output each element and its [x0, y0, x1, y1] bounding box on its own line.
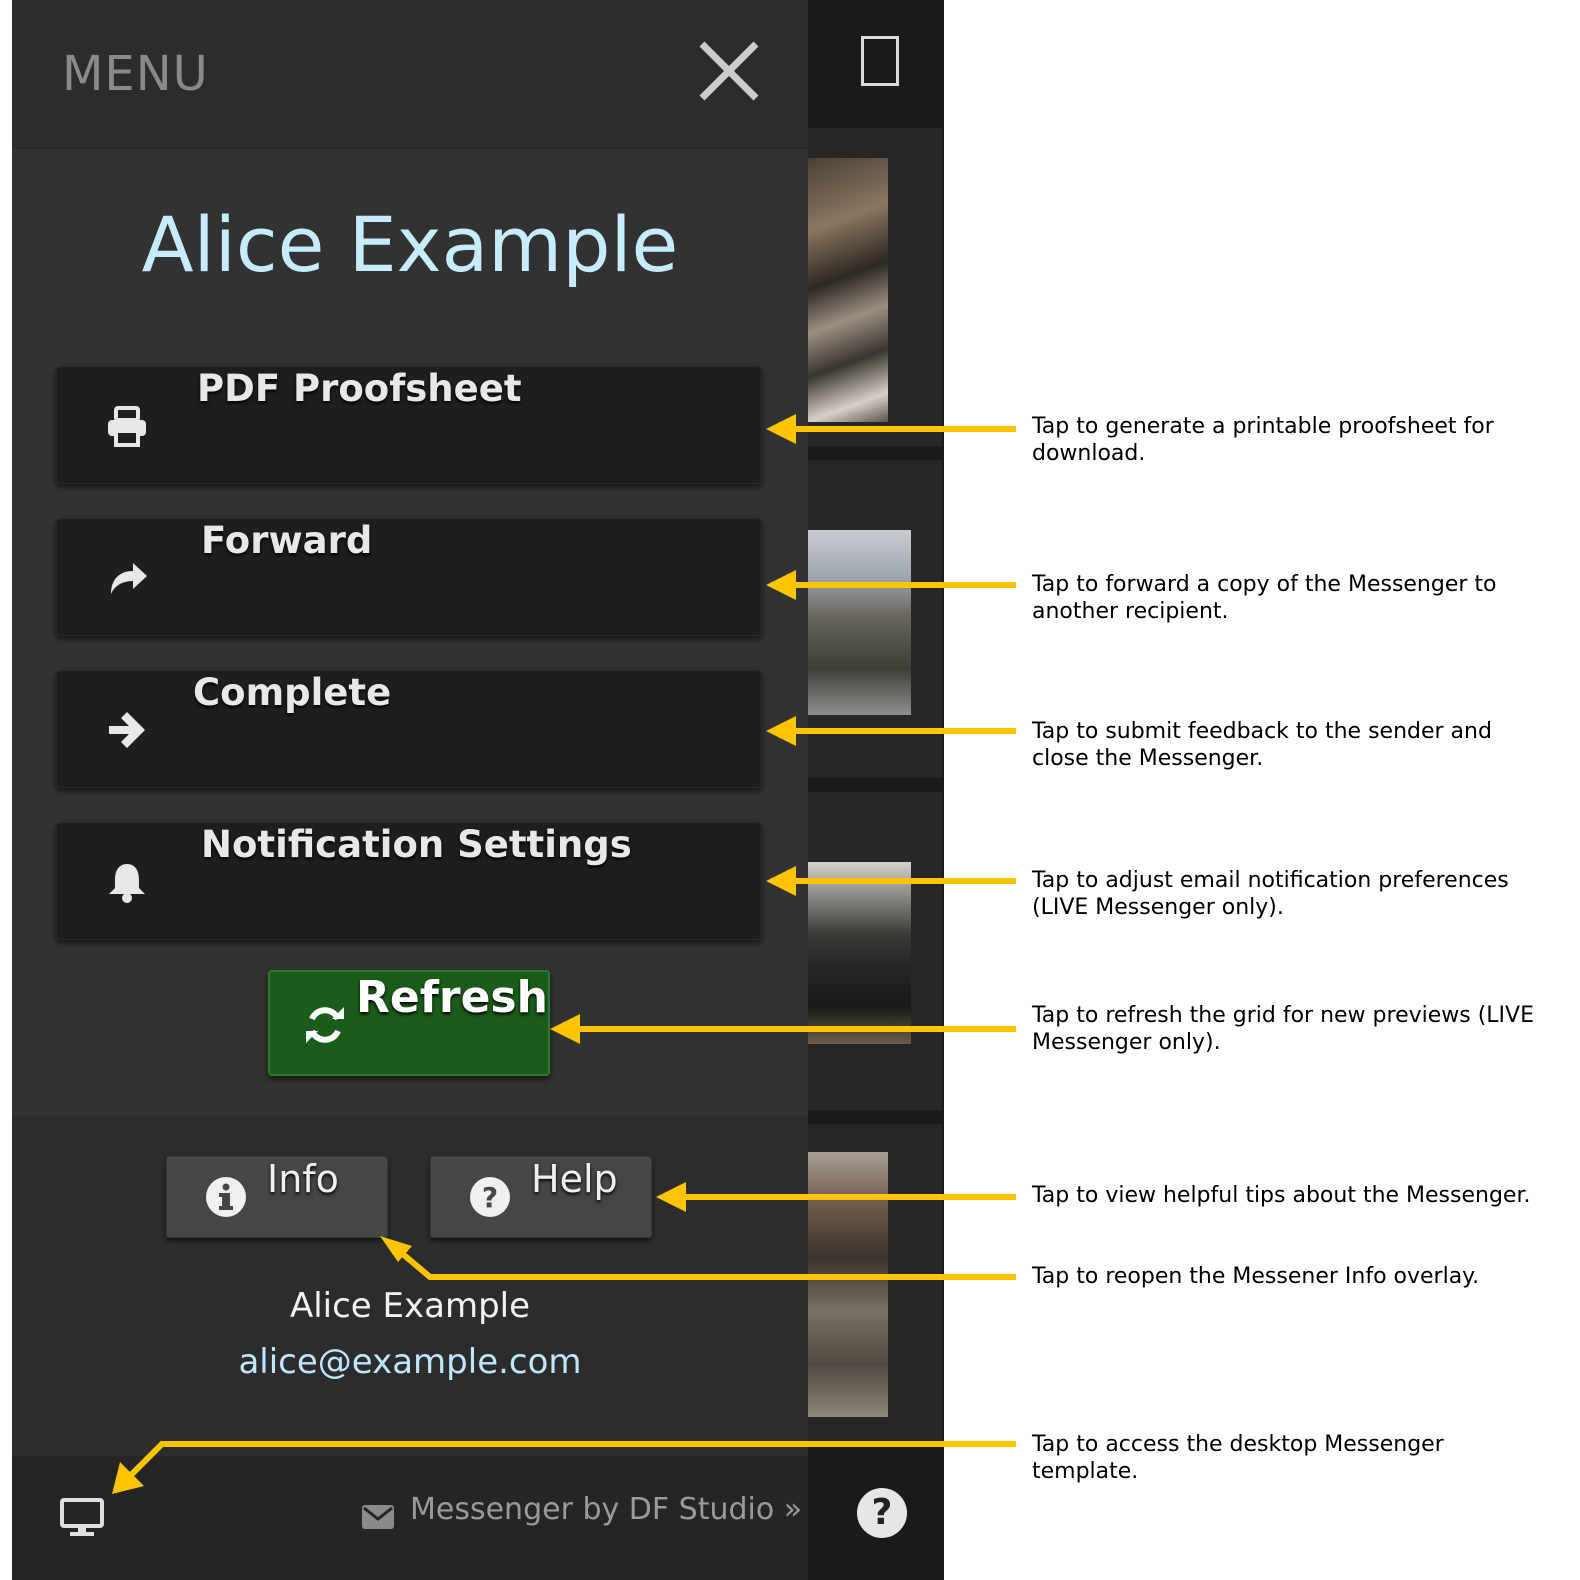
footer-link[interactable]: Messenger by DF Studio » [410, 1492, 802, 1527]
user-name: Alice Example [289, 1286, 531, 1326]
select-box-icon[interactable] [861, 36, 899, 86]
photo-thumbnail[interactable] [808, 1152, 888, 1417]
info-label: Info [267, 1157, 339, 1201]
annotation-note: Tap to submit feedback to the sender and… [1032, 719, 1492, 771]
annotation-note: Tap to refresh the grid for new previews… [1032, 1003, 1534, 1055]
panel-title: Alice Example [141, 200, 679, 289]
question-icon: ? [470, 1177, 510, 1217]
notification-settings-button[interactable]: Notification Settings [56, 822, 762, 940]
bell-icon [109, 864, 145, 903]
annotation-note: Tap to view helpful tips about the Messe… [1032, 1183, 1531, 1208]
desktop-icon[interactable] [60, 1498, 104, 1538]
envelope-icon [362, 1505, 394, 1529]
notification-settings-label: Notification Settings [201, 823, 632, 866]
menu-footer: Messenger by DF Studio » [12, 1456, 808, 1580]
printer-icon [108, 406, 146, 447]
annotation-note: Tap to reopen the Messener Info overlay. [1032, 1264, 1480, 1289]
annotation-note: Tap to forward a copy of the Messenger t… [1032, 572, 1497, 624]
refresh-icon [306, 1007, 344, 1043]
share-arrow-icon [111, 563, 147, 594]
svg-text:?: ? [482, 1181, 498, 1214]
photo-thumbnail[interactable] [808, 158, 888, 422]
complete-button[interactable]: Complete [56, 670, 762, 788]
pdf-proofsheet-label: PDF Proofsheet [197, 367, 522, 410]
annotation-note: Tap to access the desktop Messenger temp… [1032, 1432, 1444, 1484]
annotation-note: Tap to generate a printable proofsheet f… [1032, 414, 1494, 466]
info-icon [206, 1177, 246, 1217]
annotation-note: Tap to adjust email notification prefere… [1032, 868, 1509, 920]
menu-panel: MENU Alice Example PDF Proofsheet Forwar… [12, 0, 808, 1580]
help-circle-icon[interactable]: ? [857, 1488, 907, 1538]
photo-thumbnail[interactable] [808, 530, 911, 715]
refresh-button[interactable]: Refresh [268, 970, 550, 1076]
user-email[interactable]: alice@example.com [12, 1342, 808, 1382]
forward-label: Forward [201, 519, 373, 562]
menu-header: MENU [12, 0, 808, 149]
close-icon[interactable] [688, 30, 770, 112]
info-button[interactable]: Info [166, 1156, 388, 1238]
help-button[interactable]: ? Help [430, 1156, 652, 1238]
menu-label: MENU [62, 46, 209, 102]
pdf-proofsheet-button[interactable]: PDF Proofsheet [56, 366, 762, 484]
photo-thumbnail[interactable] [808, 862, 911, 1044]
complete-label: Complete [193, 671, 392, 714]
help-label: Help [531, 1157, 618, 1201]
refresh-label: Refresh [356, 972, 548, 1023]
arrow-right-icon [109, 712, 145, 748]
forward-button[interactable]: Forward [56, 518, 762, 636]
